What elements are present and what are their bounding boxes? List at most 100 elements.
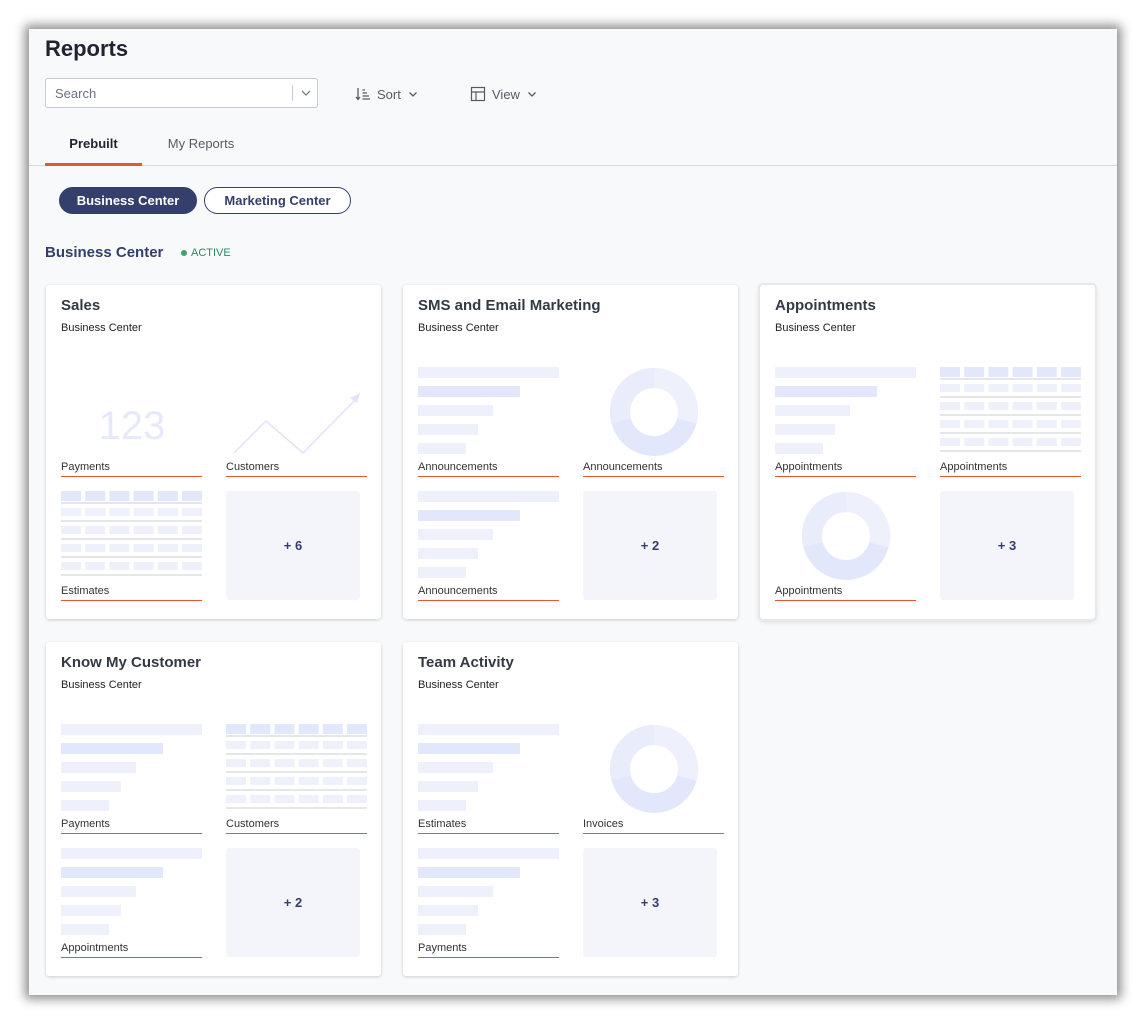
table-preview bbox=[940, 367, 1081, 452]
preview-visual bbox=[226, 367, 367, 459]
card-title: SMS and Email Marketing bbox=[418, 297, 601, 314]
report-preview-table[interactable]: Customers bbox=[226, 724, 367, 838]
preview-visual bbox=[418, 491, 559, 583]
bar-list-preview bbox=[418, 724, 559, 811]
report-card-sms-email-marketing[interactable]: SMS and Email Marketing Business Center … bbox=[403, 285, 738, 619]
report-label: Announcements bbox=[418, 459, 559, 477]
preview-visual bbox=[418, 724, 559, 816]
report-label: Appointments bbox=[61, 940, 202, 958]
preview-visual bbox=[61, 848, 202, 940]
section-title: Business Center bbox=[45, 244, 164, 261]
card-subtitle: Business Center bbox=[418, 679, 499, 691]
report-label: Customers bbox=[226, 459, 367, 477]
number-preview-value: 123 bbox=[99, 404, 166, 448]
report-label: Payments bbox=[418, 940, 559, 958]
report-card-appointments[interactable]: Appointments Business Center Appointment… bbox=[760, 285, 1095, 619]
table-preview bbox=[226, 724, 367, 809]
status-badge: ACTIVE bbox=[181, 247, 231, 259]
search-divider bbox=[292, 85, 293, 101]
chevron-down-icon bbox=[408, 92, 417, 97]
report-preview-table[interactable]: Estimates bbox=[61, 491, 202, 605]
report-label: Announcements bbox=[418, 583, 559, 601]
report-card-team-activity[interactable]: Team Activity Business Center Estimates … bbox=[403, 642, 738, 976]
report-preview-bars[interactable]: Estimates bbox=[418, 724, 559, 838]
sort-icon bbox=[355, 88, 370, 101]
filter-marketing-center[interactable]: Marketing Center bbox=[204, 187, 351, 214]
bar-list-preview bbox=[418, 848, 559, 935]
bar-list-preview bbox=[61, 848, 202, 935]
view-label: View bbox=[492, 86, 520, 102]
more-reports-button[interactable]: + 6 bbox=[226, 491, 360, 600]
more-reports-button[interactable]: + 3 bbox=[583, 848, 717, 957]
report-preview-bars[interactable]: Payments bbox=[61, 724, 202, 838]
preview-visual bbox=[418, 367, 559, 459]
card-title: Appointments bbox=[775, 297, 876, 314]
bar-list-preview bbox=[61, 724, 202, 811]
report-preview-bars[interactable]: Announcements bbox=[418, 491, 559, 605]
preview-visual bbox=[775, 367, 916, 459]
reports-window: Reports Sort View Prebuilt My Reports Bu… bbox=[29, 29, 1117, 995]
card-title: Know My Customer bbox=[61, 654, 202, 671]
search-input[interactable] bbox=[46, 79, 304, 107]
bar-list-preview bbox=[418, 491, 559, 578]
preview-visual bbox=[418, 848, 559, 940]
report-label: Customers bbox=[226, 816, 367, 834]
report-preview-table[interactable]: Appointments bbox=[940, 367, 1081, 481]
preview-visual bbox=[226, 724, 367, 816]
status-label: ACTIVE bbox=[191, 247, 231, 259]
preview-visual bbox=[583, 724, 724, 816]
donut-chart-preview bbox=[609, 724, 699, 813]
report-card-sales[interactable]: Sales Business Center 123 Payments Custo… bbox=[46, 285, 381, 619]
report-label: Payments bbox=[61, 816, 202, 834]
report-preview-bars[interactable]: Announcements bbox=[418, 367, 559, 481]
report-label: Appointments bbox=[940, 459, 1081, 477]
chevron-down-icon[interactable] bbox=[299, 86, 313, 100]
donut-chart-preview bbox=[801, 491, 891, 580]
status-dot-icon bbox=[181, 250, 187, 256]
preview-visual bbox=[583, 367, 724, 459]
page-title: Reports bbox=[45, 36, 129, 61]
card-title: Sales bbox=[61, 297, 101, 314]
report-preview-donut[interactable]: Invoices bbox=[583, 724, 724, 838]
tab-prebuilt[interactable]: Prebuilt bbox=[45, 135, 142, 166]
report-preview-donut[interactable]: Appointments bbox=[775, 491, 916, 605]
bar-list-preview bbox=[775, 367, 916, 454]
report-card-know-my-customer[interactable]: Know My Customer Business Center Payment… bbox=[46, 642, 381, 976]
table-preview bbox=[61, 491, 202, 576]
report-preview-donut[interactable]: Announcements bbox=[583, 367, 724, 481]
number-preview: 123 bbox=[99, 404, 166, 448]
card-subtitle: Business Center bbox=[61, 322, 142, 334]
more-reports-button[interactable]: + 3 bbox=[940, 491, 1074, 600]
donut-chart-preview bbox=[609, 367, 699, 456]
more-reports-button[interactable]: + 2 bbox=[226, 848, 360, 957]
preview-visual bbox=[61, 491, 202, 583]
card-subtitle: Business Center bbox=[418, 322, 499, 334]
card-subtitle: Business Center bbox=[775, 322, 856, 334]
report-label: Appointments bbox=[775, 583, 916, 601]
search-box[interactable] bbox=[45, 78, 318, 108]
report-preview-number[interactable]: 123 Payments bbox=[61, 367, 202, 481]
report-label: Announcements bbox=[583, 459, 724, 477]
tab-my-reports[interactable]: My Reports bbox=[153, 135, 249, 163]
report-preview-bars[interactable]: Appointments bbox=[61, 848, 202, 962]
line-chart-preview bbox=[233, 393, 360, 455]
card-subtitle: Business Center bbox=[61, 679, 142, 691]
preview-visual bbox=[940, 367, 1081, 459]
report-preview-line[interactable]: Customers bbox=[226, 367, 367, 481]
report-preview-bars[interactable]: Appointments bbox=[775, 367, 916, 481]
card-title: Team Activity bbox=[418, 654, 514, 671]
report-label: Payments bbox=[61, 459, 202, 477]
preview-visual: 123 bbox=[61, 367, 202, 459]
grid-view-icon bbox=[470, 86, 486, 102]
report-preview-bars[interactable]: Payments bbox=[418, 848, 559, 962]
more-reports-button[interactable]: + 2 bbox=[583, 491, 717, 600]
view-button[interactable]: View bbox=[470, 84, 538, 104]
preview-visual bbox=[775, 491, 916, 583]
preview-visual bbox=[61, 724, 202, 816]
report-tabs: Prebuilt My Reports bbox=[29, 135, 1117, 166]
sort-button[interactable]: Sort bbox=[355, 84, 419, 104]
report-label: Estimates bbox=[61, 583, 202, 601]
sort-label: Sort bbox=[377, 86, 401, 102]
report-label: Appointments bbox=[775, 459, 916, 477]
filter-business-center[interactable]: Business Center bbox=[59, 187, 197, 214]
